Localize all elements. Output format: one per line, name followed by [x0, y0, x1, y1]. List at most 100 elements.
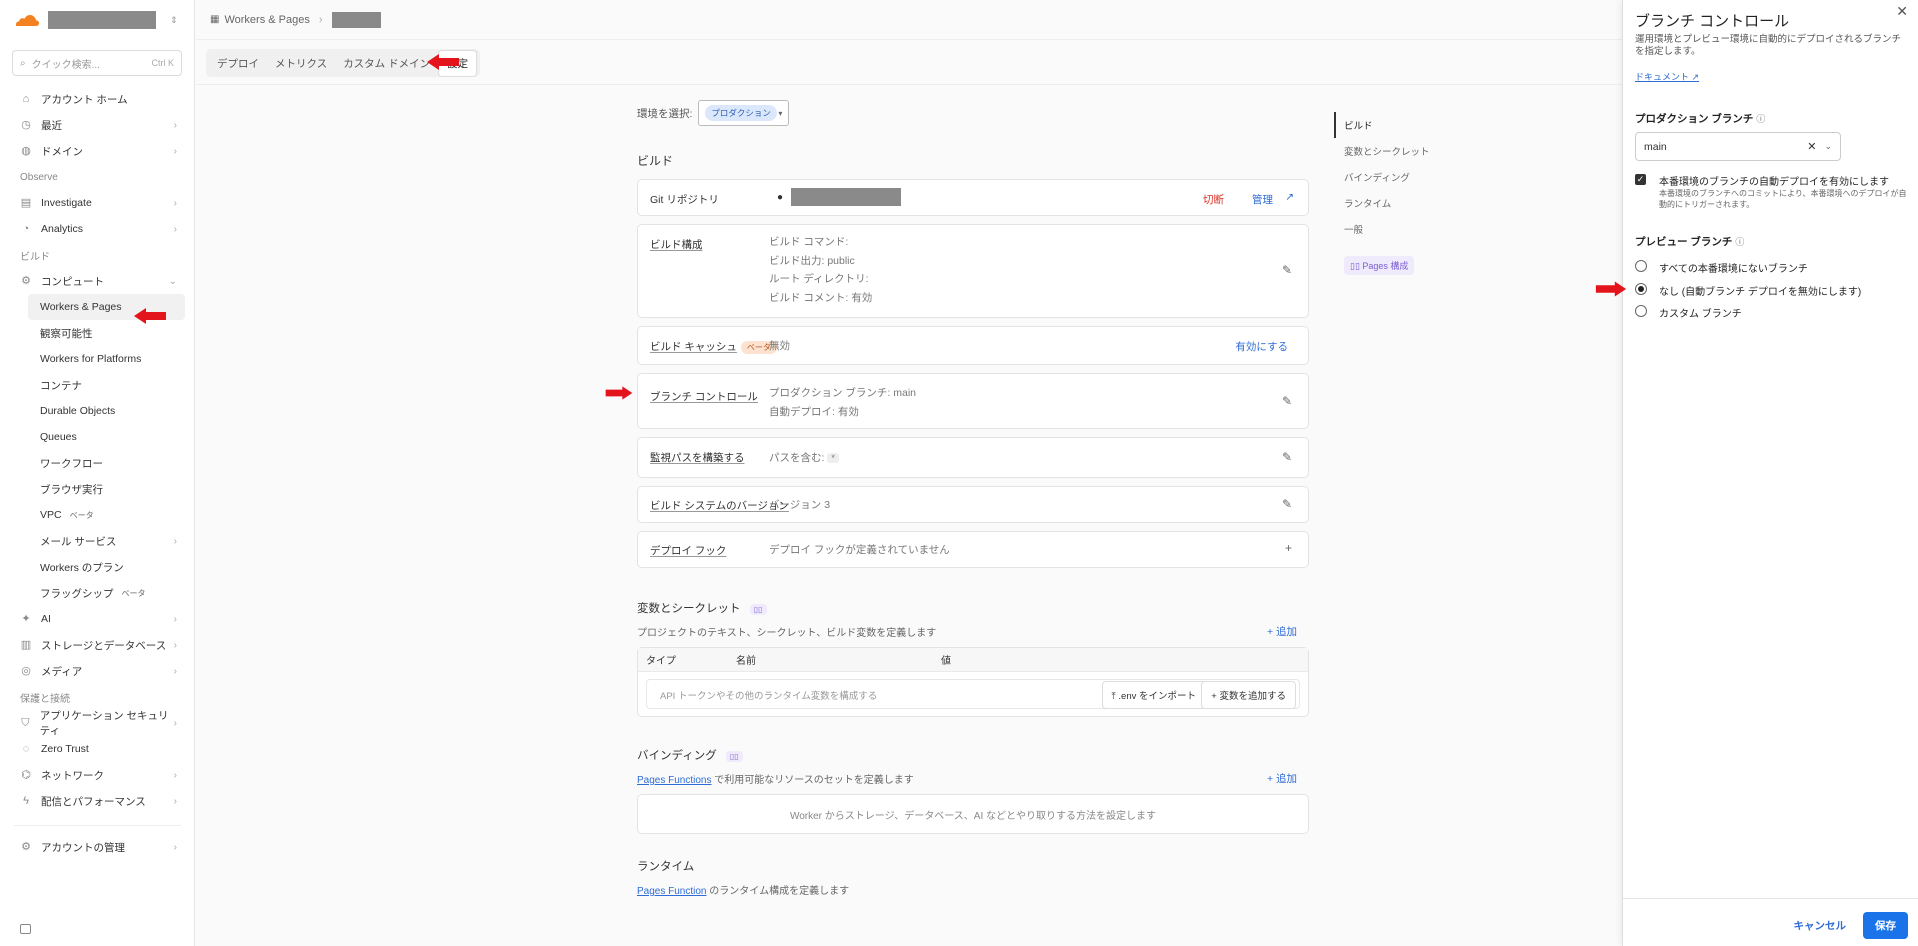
save-button[interactable]: 保存	[1863, 912, 1908, 939]
sidebar: ⇕ ⌕ クイック検索... Ctrl K ⌂ アカウント ホーム ◷ 最近 › ◍ ドメ…	[0, 0, 195, 946]
add-variable-button[interactable]: + 変数を追加する	[1201, 681, 1296, 709]
nav-variables[interactable]: 変数とシークレット	[1344, 138, 1430, 164]
variables-empty-row: API トークンやその他のランタイム変数を構成する ⤒ .env をインポート …	[638, 672, 1308, 716]
sidebar-item-storage[interactable]: ▥ ストレージとデータベース ›	[0, 632, 195, 658]
edit-icon[interactable]: ✎	[1282, 263, 1292, 277]
pages-config-badge[interactable]: ▯▯ Pages 構成	[1344, 255, 1415, 275]
sidebar-item-ai[interactable]: ✦ AI ›	[0, 606, 195, 632]
home-icon: ⌂	[22, 93, 30, 105]
runtime-section: ランタイム Pages Function のランタイム構成を定義します	[637, 858, 1309, 897]
watch-paths-label[interactable]: 監視パスを構築する	[650, 450, 745, 465]
production-branch-select[interactable]: main ✕ ⌄	[1635, 132, 1841, 161]
radio-all-non-production[interactable]	[1635, 260, 1647, 272]
add-icon[interactable]: +	[1285, 541, 1292, 555]
breadcrumb-workers-pages[interactable]: Workers & Pages	[224, 14, 309, 26]
edit-icon[interactable]: ✎	[1282, 394, 1292, 408]
beta-badge: ベータ	[121, 588, 146, 598]
build-cache-card: ビルド キャッシュ ベータ 無効 有効にする	[637, 326, 1309, 365]
chevron-down-icon: ⌄	[1824, 141, 1832, 151]
auto-deploy-checkbox[interactable]: ✓	[1635, 174, 1646, 185]
deploy-hooks-label[interactable]: デプロイ フック	[650, 543, 726, 558]
database-icon: ▥	[20, 639, 32, 651]
chevron-right-icon: ›	[173, 535, 177, 547]
edit-icon[interactable]: ✎	[1282, 497, 1292, 511]
branch-control-label[interactable]: ブランチ コントロール	[650, 389, 758, 404]
collapse-sidebar-icon[interactable]	[20, 924, 31, 934]
external-link-icon: ↗	[1691, 72, 1700, 82]
chevron-right-icon: ›	[173, 197, 177, 209]
chevron-down-icon: ▾	[778, 108, 783, 118]
sidebar-item-delivery[interactable]: ϟ 配信とパフォーマンス ›	[0, 788, 195, 814]
workers-icon: ▦	[210, 14, 220, 25]
section-protect: 保護と接続	[20, 693, 70, 705]
build-cache-label[interactable]: ビルド キャッシュ ベータ	[650, 339, 777, 354]
pages-function-link[interactable]: Pages Function	[637, 886, 707, 897]
sidebar-item-workers-for-platforms[interactable]: Workers for Platforms	[0, 346, 195, 372]
nav-runtime[interactable]: ランタイム	[1344, 190, 1430, 216]
add-binding-link[interactable]: + 追加	[1267, 771, 1297, 786]
sidebar-item-workflows[interactable]: ワークフロー	[0, 450, 195, 476]
radio-none[interactable]	[1635, 283, 1647, 295]
bindings-desc: Pages Functions で利用可能なリソースのセットを定義します	[637, 775, 914, 786]
docs-icon: ▯▯	[749, 604, 767, 615]
sidebar-item-account-home[interactable]: ⌂ アカウント ホーム	[0, 86, 195, 112]
sidebar-item-network[interactable]: ⌬ ネットワーク ›	[0, 762, 195, 788]
add-variable-link[interactable]: + 追加	[1267, 624, 1297, 639]
documentation-link[interactable]: ドキュメント ↗	[1635, 70, 1699, 83]
sidebar-item-domains[interactable]: ◍ ドメイン ›	[0, 138, 195, 164]
panel-desc: 運用環境とプレビュー環境に自動的にデプロイされるブランチを指定します。	[1635, 34, 1902, 57]
chevron-right-icon: ›	[173, 639, 177, 651]
clear-icon[interactable]: ✕	[1807, 140, 1816, 153]
panel-footer: キャンセル 保存	[1623, 898, 1918, 946]
close-icon[interactable]: ✕	[1896, 3, 1908, 20]
sidebar-item-browser-rendering[interactable]: ブラウザ実行	[0, 476, 195, 502]
tab-custom-domains[interactable]: カスタム ドメイン	[335, 51, 438, 76]
env-select[interactable]: プロダクション ▾	[698, 100, 790, 126]
pages-functions-link[interactable]: Pages Functions	[637, 775, 712, 786]
nav-general[interactable]: 一般	[1344, 216, 1430, 242]
sidebar-item-media[interactable]: ◎ メディア ›	[0, 658, 195, 684]
auto-deploy-label: 本番環境のブランチの自動デプロイを有効にします	[1659, 177, 1889, 188]
chevron-right-icon: ›	[173, 717, 177, 729]
section-build: ビルド	[20, 251, 50, 263]
annotation-arrow	[605, 386, 633, 400]
tab-metrics[interactable]: メトリクス	[267, 51, 335, 76]
build-config-label[interactable]: ビルド構成	[650, 237, 703, 252]
disconnect-button[interactable]: 切断	[1203, 192, 1224, 207]
sidebar-item-vpc[interactable]: VPC ベータ	[0, 502, 195, 528]
sidebar-item-recent[interactable]: ◷ 最近 ›	[0, 112, 195, 138]
sidebar-item-containers[interactable]: コンテナ	[0, 372, 195, 398]
beta-badge: ベータ	[69, 510, 94, 520]
build-config-values: ビルド コマンド: ビルド出力: public ルート ディレクトリ: ビルド …	[769, 236, 873, 304]
sidebar-item-analytics[interactable]: ◔ Analytics ›	[0, 216, 195, 242]
import-env-button[interactable]: ⤒ .env をインポート	[1101, 681, 1206, 709]
cancel-button[interactable]: キャンセル	[1794, 918, 1847, 933]
sidebar-item-zero-trust[interactable]: ◌ Zero Trust	[0, 736, 195, 762]
sidebar-item-workers-plans[interactable]: Workers のプラン	[0, 554, 195, 580]
docs-icon: ▯▯	[725, 751, 743, 762]
tab-deployments[interactable]: デプロイ	[209, 51, 267, 76]
edit-icon[interactable]: ✎	[1282, 450, 1292, 464]
sidebar-item-investigate[interactable]: ▤ Investigate ›	[0, 190, 195, 216]
branch-control-card: ブランチ コントロール プロダクション ブランチ: main 自動デプロイ: 有…	[605, 373, 1309, 429]
build-section-title: ビルド	[637, 154, 674, 168]
branch-control-panel: ブランチ コントロール ✕ 運用環境とプレビュー環境に自動的にデプロイされるブラ…	[1622, 0, 1918, 946]
quick-search-input[interactable]: ⌕ クイック検索... Ctrl K	[12, 50, 182, 76]
sidebar-item-compute[interactable]: ⚙ コンピュート ⌄	[0, 268, 195, 294]
sidebar-item-flagship[interactable]: フラッグシップ ベータ	[0, 580, 195, 606]
nav-build[interactable]: ビルド	[1334, 112, 1430, 138]
account-switcher[interactable]: ⇕	[12, 8, 178, 32]
bindings-empty-box: Worker からストレージ、データベース、AI などとやり取りする方法を設定し…	[637, 794, 1309, 834]
option-custom: カスタム ブランチ	[1659, 309, 1742, 320]
sidebar-item-queues[interactable]: Queues	[0, 424, 195, 450]
sidebar-item-app-security[interactable]: ⛉ アプリケーション セキュリティ ›	[0, 710, 195, 737]
sidebar-item-manage-account[interactable]: ⚙ アカウントの管理 ›	[0, 834, 195, 860]
manage-button[interactable]: 管理	[1252, 192, 1273, 207]
zero-trust-icon: ◌	[22, 743, 30, 755]
sidebar-item-email-service[interactable]: メール サービス ›	[0, 528, 195, 554]
build-cache-value: 無効	[769, 340, 790, 352]
radio-custom[interactable]	[1635, 305, 1647, 317]
enable-cache-button[interactable]: 有効にする	[1235, 339, 1288, 354]
sidebar-item-durable-objects[interactable]: Durable Objects	[0, 398, 195, 424]
nav-bindings[interactable]: バインディング	[1344, 164, 1430, 190]
